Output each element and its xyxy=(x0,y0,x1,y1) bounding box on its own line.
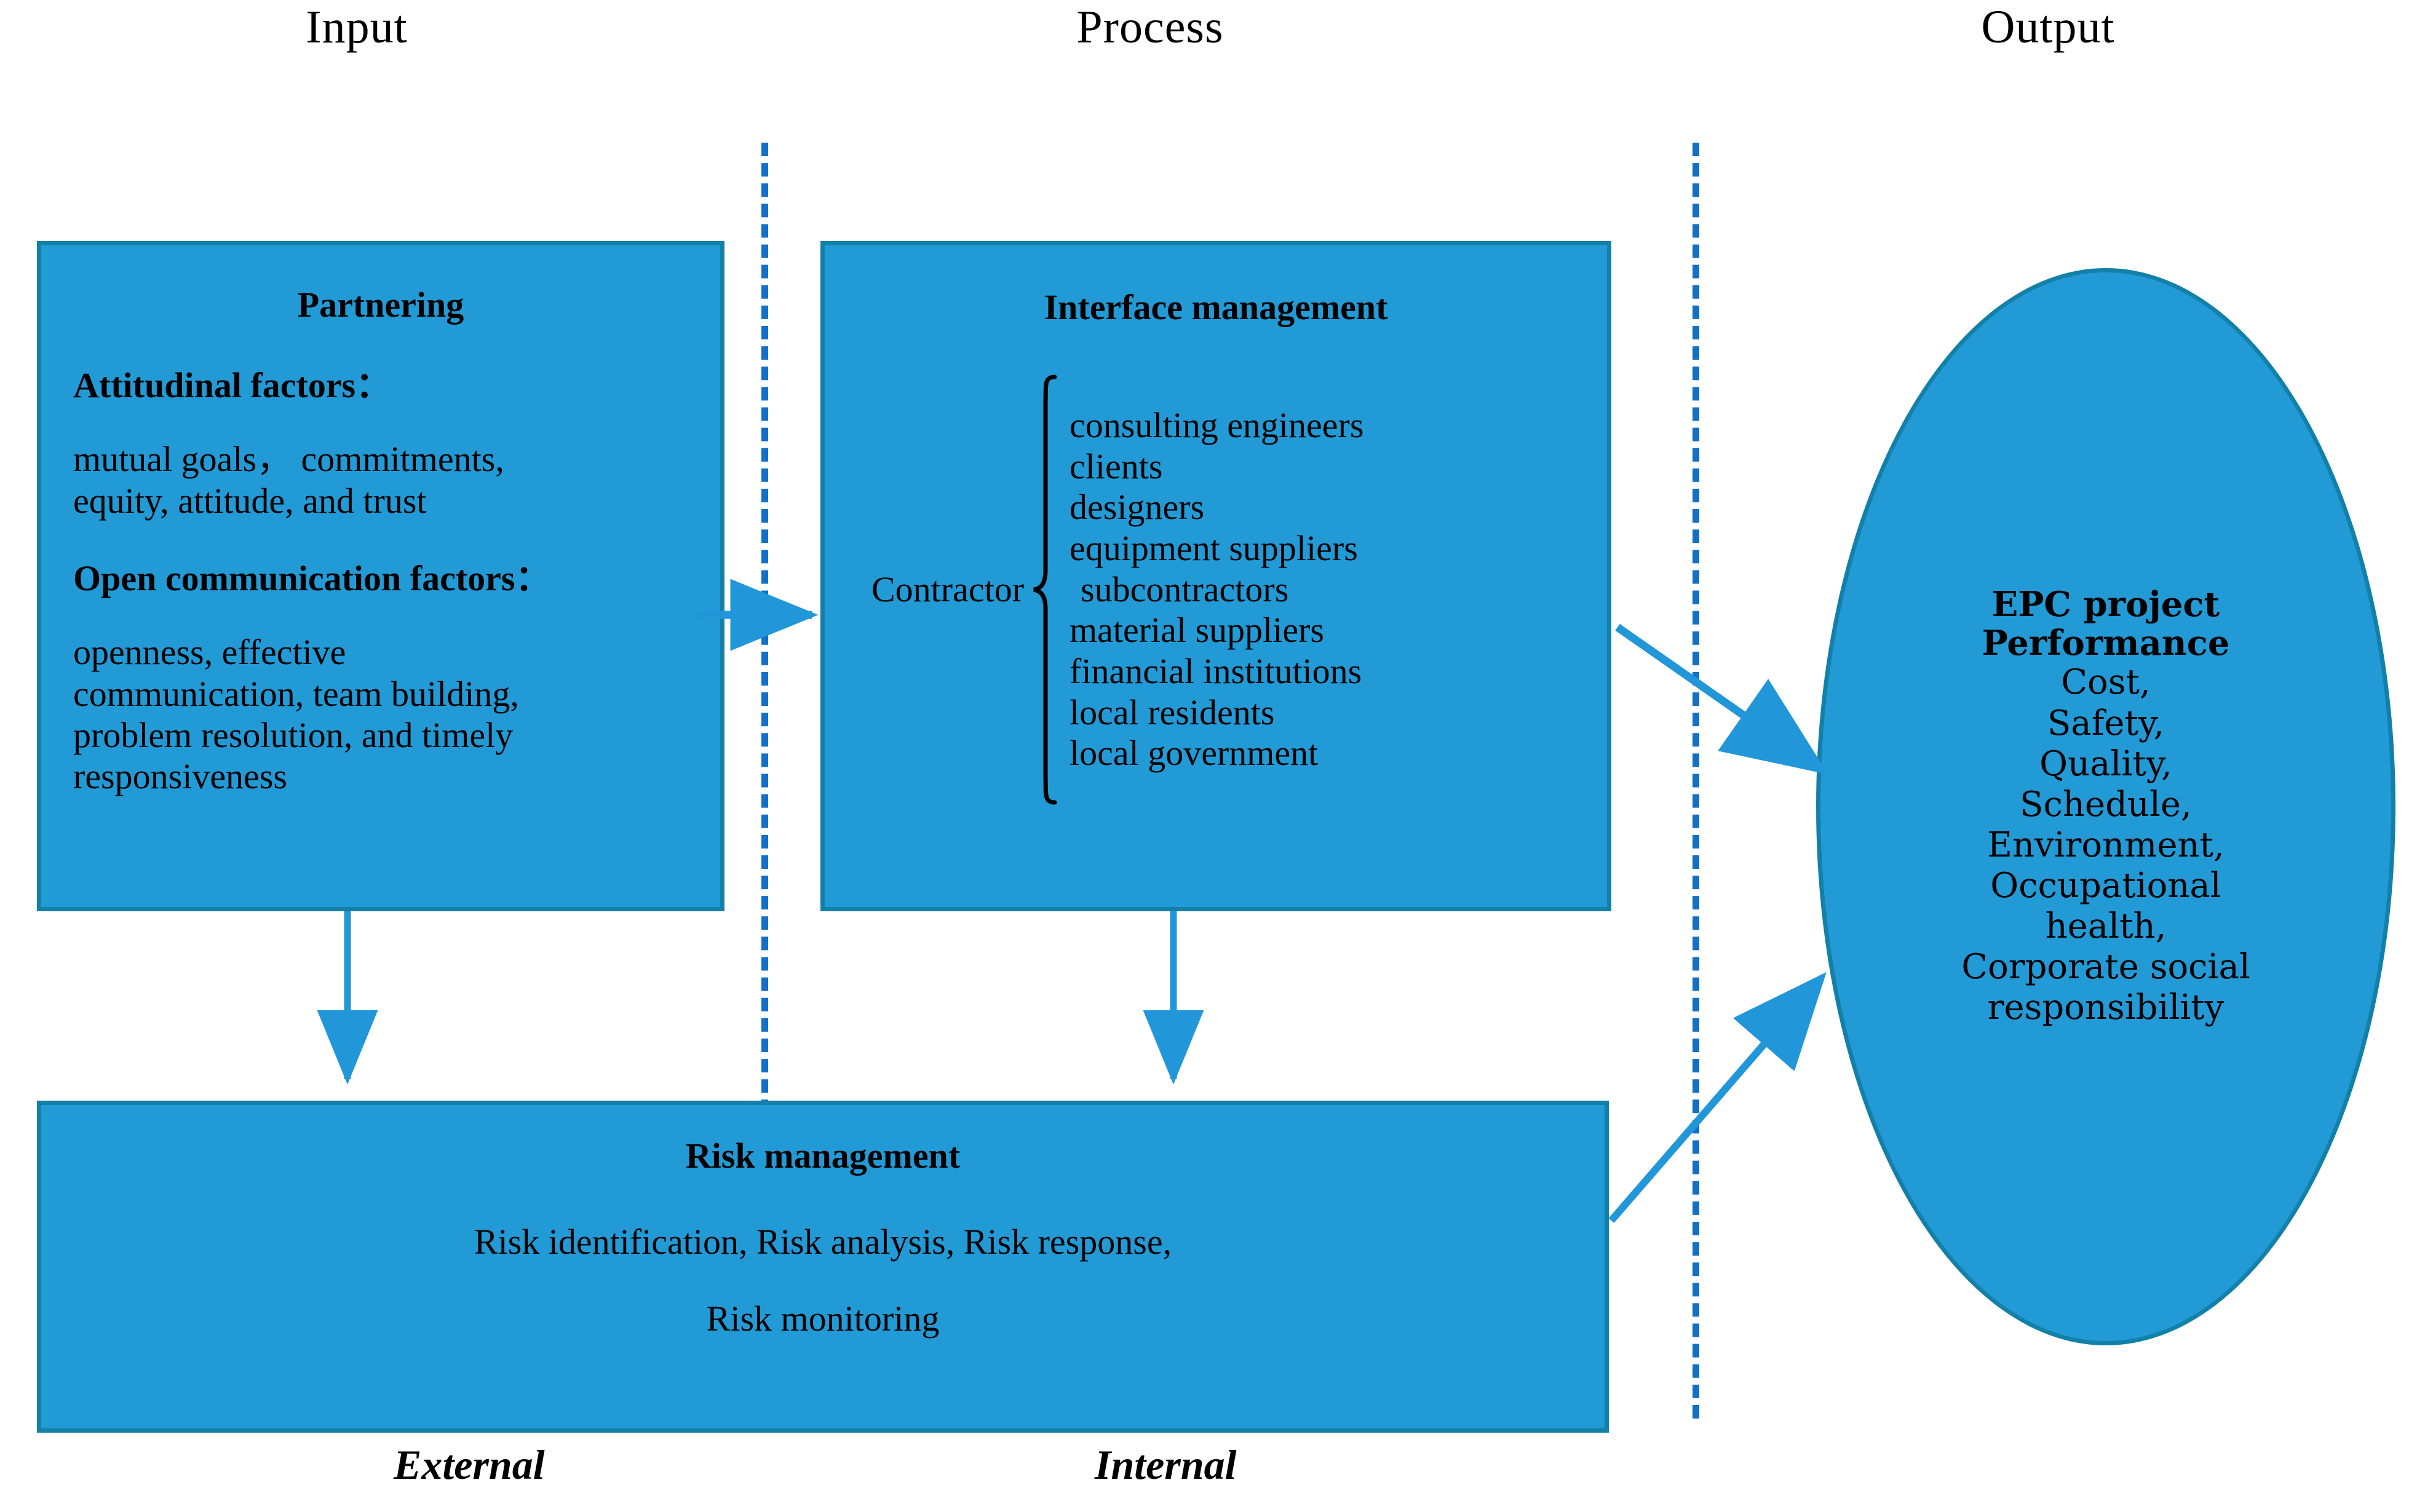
footer-label-external: External xyxy=(394,1441,545,1488)
dashed-divider-process-output xyxy=(1693,143,1699,1419)
partnering-box: Partnering Attitudinal factors： mutual g… xyxy=(37,241,724,911)
stakeholder-item: local residents xyxy=(1070,692,1275,732)
stakeholder-item: equipment suppliers xyxy=(1070,528,1358,568)
stakeholder-item: local government xyxy=(1070,733,1319,774)
contractor-label: Contractor xyxy=(871,569,1025,609)
interface-management-box: Interface management Contractor consulti… xyxy=(820,241,1611,911)
performance-item: Safety, xyxy=(2047,703,2165,743)
risk-management-box: Risk management Risk identification, Ris… xyxy=(37,1101,1609,1433)
performance-item: Environment, xyxy=(1987,825,2224,865)
footer-label-internal: Internal xyxy=(1095,1441,1237,1488)
risk-process-line-1: Risk identification, Risk analysis, Risk… xyxy=(474,1221,1172,1262)
stakeholder-list: consulting engineers clients designers e… xyxy=(1058,405,1363,774)
open-line-1: openness, effective xyxy=(73,632,346,673)
arrow-interface-to-output xyxy=(1615,623,1828,775)
column-header-output: Output xyxy=(1981,1,2115,53)
stakeholder-item: financial institutions xyxy=(1070,651,1362,692)
contractor-stakeholder-group: Contractor consulting engineers clients … xyxy=(871,374,1363,805)
stakeholder-item: material suppliers xyxy=(1070,610,1324,651)
curly-brace-icon xyxy=(1033,374,1057,805)
open-line-4: responsiveness xyxy=(73,756,287,797)
stakeholder-item: consulting engineers xyxy=(1070,405,1364,445)
attitudinal-line-1: mutual goals， commitments, xyxy=(73,439,504,480)
performance-item: Corporate social xyxy=(1961,946,2250,987)
risk-management-title: Risk management xyxy=(685,1136,961,1176)
performance-item: Occupational xyxy=(1990,865,2221,906)
epc-performance-ellipse: EPC project Performance Cost, Safety, Qu… xyxy=(1816,268,2395,1345)
stakeholder-item: subcontractors xyxy=(1081,569,1289,609)
epc-performance-title: EPC project Performance xyxy=(1820,585,2391,662)
performance-item: health, xyxy=(2045,906,2167,946)
open-line-2: communication, team building, xyxy=(73,673,519,714)
epc-title-line-2: Performance xyxy=(1982,622,2230,663)
performance-item: Quality, xyxy=(2039,743,2172,784)
attitudinal-line-2: equity, attitude, and trust xyxy=(73,480,427,521)
performance-item: Cost, xyxy=(2061,662,2151,703)
stakeholder-item: designers xyxy=(1070,487,1205,528)
partnering-title: Partnering xyxy=(297,285,464,325)
arrow-risk-to-output xyxy=(1608,972,1827,1223)
column-header-process: Process xyxy=(1076,1,1224,53)
interface-management-title: Interface management xyxy=(1044,287,1388,327)
column-header-input: Input xyxy=(306,1,408,53)
epc-performance-items: Cost, Safety, Quality, Schedule, Environ… xyxy=(1820,662,2391,1028)
open-communication-factors-label: Open communication factors： xyxy=(73,558,551,598)
attitudinal-factors-label: Attitudinal factors： xyxy=(73,365,392,405)
attitudinal-factors-text: mutual goals， commitments, equity, attit… xyxy=(73,438,688,521)
open-communication-factors-text: openness, effective communication, team … xyxy=(73,631,688,797)
stakeholder-item: clients xyxy=(1070,446,1163,486)
diagram-canvas: Input Process Output Partnering Attitudi… xyxy=(0,0,2409,1512)
epc-title-line-1: EPC project xyxy=(1991,584,2220,625)
risk-process-line-2: Risk monitoring xyxy=(706,1298,940,1339)
performance-item: Schedule, xyxy=(2020,784,2192,825)
performance-item: responsibility xyxy=(1987,987,2224,1027)
open-line-3: problem resolution, and timely xyxy=(73,714,514,755)
